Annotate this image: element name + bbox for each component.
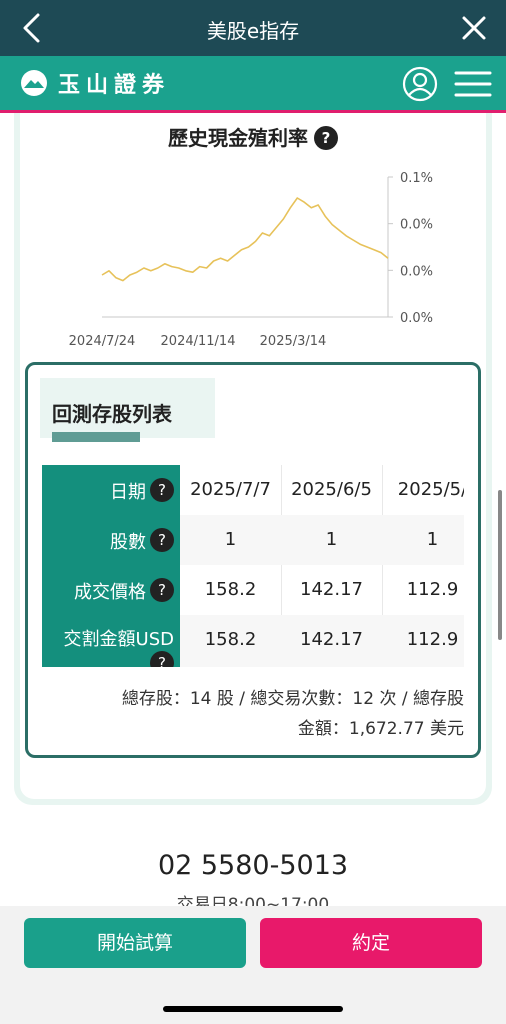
backtest-summary: 總存股：14 股 / 總交易次數：12 次 / 總存股 金額：1,672.77 … — [42, 684, 464, 744]
page-title: 美股e指存 — [206, 19, 300, 43]
row-header-price: 成交價格 ? — [42, 565, 180, 615]
table-cell: 2025/5/ — [382, 465, 464, 515]
chart-title: 歷史現金殖利率? — [0, 122, 506, 151]
help-icon[interactable]: ? — [150, 578, 174, 602]
contact-hours: 交易日8:00~17:00 — [176, 895, 330, 906]
table-row-price: 成交價格 ? 158.2 142.17 112.9 — [42, 565, 464, 615]
table-cell: 1 — [281, 515, 383, 565]
table-cell: 1 — [382, 515, 464, 565]
x-tick-label: 2024/11/14 — [161, 334, 236, 349]
x-tick-label: 2024/7/24 — [69, 334, 136, 349]
help-icon[interactable]: ? — [150, 478, 174, 502]
contact-phone[interactable]: 02 5580-5013 — [0, 850, 506, 881]
table-row-amount: 交割金額USD ? 158.2 142.17 112.9 — [42, 615, 464, 667]
close-icon[interactable] — [456, 10, 492, 46]
x-tick-label: 2025/3/14 — [260, 334, 327, 349]
table-cell: 2025/7/7 — [180, 465, 282, 515]
row-label: 股數 — [110, 532, 146, 553]
backtest-title: 回測存股列表 — [52, 402, 172, 426]
table-cell: 112.9 — [382, 565, 464, 615]
help-icon[interactable]: ? — [150, 651, 174, 667]
y-tick-label: 0.1% — [400, 171, 433, 186]
table-cell: 142.17 — [281, 565, 383, 615]
app-header: 美股e指存 — [0, 0, 506, 56]
y-tick-label: 0.0% — [400, 311, 433, 326]
table-cell: 142.17 — [281, 615, 383, 667]
y-tick-label: 0.0% — [400, 218, 433, 233]
help-icon[interactable]: ? — [150, 528, 174, 552]
row-header-shares: 股數 ? — [42, 515, 180, 565]
table-row-date: 日期 ? 2025/7/7 2025/6/5 2025/5/ — [42, 465, 464, 515]
help-icon[interactable]: ? — [314, 126, 338, 150]
brand-name: 玉山證券 — [58, 73, 171, 98]
tab-underline — [52, 432, 140, 442]
table-cell: 2025/6/5 — [281, 465, 383, 515]
hamburger-menu-icon[interactable] — [454, 70, 492, 98]
mountain-logo-icon — [21, 70, 47, 96]
brand-logo: 玉山證券 — [20, 67, 170, 99]
chart-title-text: 歷史現金殖利率 — [168, 126, 308, 150]
row-label: 日期 — [110, 482, 146, 503]
y-tick-label: 0.0% — [400, 264, 433, 279]
home-indicator[interactable] — [163, 1006, 343, 1012]
table-cell: 112.9 — [382, 615, 464, 667]
table-cell: 158.2 — [180, 615, 282, 667]
start-calculation-button[interactable]: 開始試算 — [24, 918, 246, 968]
dividend-yield-chart: 0.1% 0.0% 0.0% 0.0% 2024/7/24 2024/11/14 2025/… — [69, 171, 433, 349]
summary-line: 金額：1,672.77 美元 — [297, 719, 464, 739]
row-header-amount: 交割金額USD ? — [42, 615, 180, 667]
backtest-tab[interactable]: 回測存股列表 — [40, 378, 215, 442]
backtest-table[interactable]: 日期 ? 2025/7/7 2025/6/5 2025/5/ 股數 ? 1 1 … — [42, 465, 464, 667]
table-cell: 1 — [180, 515, 282, 565]
row-label: 交割金額USD — [63, 629, 174, 650]
table-row-shares: 股數 ? 1 1 1 — [42, 515, 464, 565]
row-header-date: 日期 ? — [42, 465, 180, 515]
table-cell: 158.2 — [180, 565, 282, 615]
row-label: 成交價格 — [74, 582, 146, 603]
yield-series-line — [101, 197, 389, 282]
scrollbar[interactable] — [498, 490, 502, 640]
appointment-button[interactable]: 約定 — [260, 918, 482, 968]
account-icon[interactable] — [402, 66, 438, 102]
summary-line: 總存股：14 股 / 總交易次數：12 次 / 總存股 — [121, 689, 464, 709]
